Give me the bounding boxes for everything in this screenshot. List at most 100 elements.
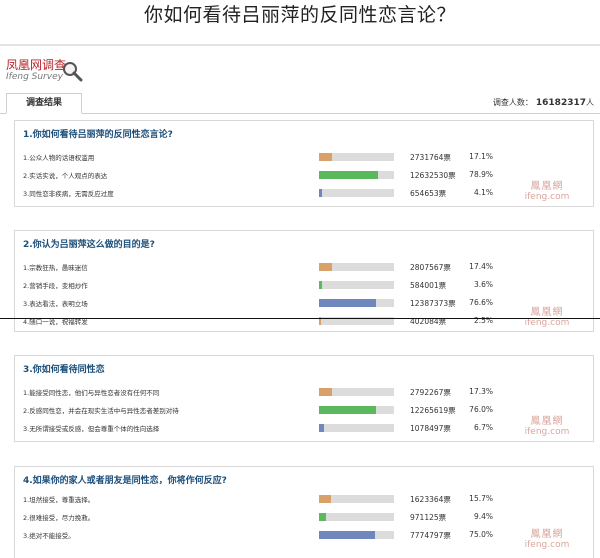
vote-count: 2792267票	[410, 388, 451, 397]
vote-count: 971125票	[410, 513, 447, 522]
magnifier-icon	[63, 62, 83, 82]
option-label: 2.很难接受，尽力挽救。	[23, 514, 95, 522]
ifeng-watermark: 鳳凰網 ifeng.com	[512, 416, 582, 437]
watermark-en: ifeng.com	[524, 318, 570, 328]
vote-percentage: 76.6%	[469, 298, 493, 307]
option-label: 1.坦然接受，尊重选择。	[23, 496, 95, 504]
option-label: 3.同性恋非疾病，无需反应过度	[23, 190, 114, 198]
option-label: 3.无所谓接受或反感，但会尊重个体的性向选择	[23, 425, 160, 433]
question-title: 4.如果你的家人或者朋友是同性恋，你将作何反应?	[23, 476, 227, 486]
watermark-cn: 鳳凰網	[530, 416, 564, 427]
vote-count: 584001票	[410, 281, 447, 290]
vote-count: 7774797票	[410, 531, 451, 540]
option-row: 2.很难接受，尽力挽救。 971125票 9.4%	[15, 511, 593, 523]
header-divider	[0, 44, 600, 46]
vote-count: 1078497票	[410, 424, 451, 433]
watermark-en: ifeng.com	[524, 192, 570, 202]
result-bar	[319, 424, 394, 432]
ifeng-watermark: 鳳凰網 ifeng.com	[512, 181, 582, 202]
watermark-cn: 鳳凰網	[530, 307, 564, 318]
result-bar	[319, 263, 394, 271]
option-label: 3.绝对不能接受。	[23, 532, 75, 540]
option-row: 1.坦然接受，尊重选择。 1623364票 15.7%	[15, 493, 593, 505]
option-row: 2.营销手段，变相炒作 584001票 3.6%	[15, 279, 593, 291]
result-bar	[319, 299, 394, 307]
result-bar-fill	[319, 388, 332, 396]
vote-percentage: 6.7%	[473, 423, 493, 432]
vote-percentage: 78.9%	[469, 170, 493, 179]
result-bar	[319, 153, 394, 161]
option-label: 2.营销手段，变相炒作	[23, 282, 88, 290]
result-bar	[319, 406, 394, 414]
option-label: 1.公众人物的话语权滥用	[23, 154, 95, 162]
vote-count: 12387373票	[410, 299, 456, 308]
option-label: 1.宗教狂热，愚昧迷信	[23, 264, 88, 272]
result-bar-fill	[319, 406, 376, 414]
option-row: 1.能接受同性恋，他们与异性恋者没有任何不同 2792267票 17.3%	[15, 386, 593, 398]
question-title: 2.你认为吕丽萍这么做的目的是?	[23, 240, 155, 250]
result-bar-fill	[319, 531, 375, 539]
tab-results[interactable]: 调查结果	[6, 93, 82, 114]
question-section-1: 1.你如何看待吕丽萍的反同性恋言论? 1.公众人物的话语权滥用 2731764票 17…	[14, 120, 594, 207]
vote-percentage: 17.1%	[469, 152, 493, 161]
vote-count: 2731764票	[410, 153, 451, 162]
result-bar-fill	[319, 189, 322, 197]
result-bar	[319, 495, 394, 503]
vote-percentage: 75.0%	[469, 530, 493, 539]
option-row: 3.绝对不能接受。 7774797票 75.0%	[15, 529, 593, 541]
result-bar-fill	[319, 153, 332, 161]
vote-count: 654653票	[410, 189, 447, 198]
option-row: 4.随口一说，祝福转发 402084票 2.5%	[15, 315, 593, 327]
ifeng-watermark: 鳳凰網 ifeng.com	[512, 529, 582, 550]
watermark-en: ifeng.com	[524, 427, 570, 437]
vote-percentage: 76.0%	[469, 405, 493, 414]
result-bar	[319, 189, 394, 197]
option-row: 3.同性恋非疾病，无需反应过度 654653票 4.1%	[15, 187, 593, 199]
result-bar-fill	[319, 281, 322, 289]
overlay-line	[0, 318, 600, 319]
participant-count-value: 16182317	[535, 98, 586, 108]
results-tab-bar: 调查结果 调查人数： 16182317人	[0, 93, 600, 114]
option-row: 3.无所谓接受或反感，但会尊重个体的性向选择 1078497票 6.7%	[15, 422, 593, 434]
vote-percentage: 4.1%	[473, 188, 493, 197]
participant-count-suffix: 人	[586, 98, 594, 107]
option-label: 1.能接受同性恋，他们与异性恋者没有任何不同	[23, 389, 160, 397]
vote-percentage: 9.4%	[473, 512, 493, 521]
vote-count: 12265619票	[410, 406, 456, 415]
vote-percentage: 17.4%	[469, 262, 493, 271]
result-bar	[319, 171, 394, 179]
result-bar	[319, 531, 394, 539]
option-row: 2.反感同性恋，并会在现实生活中与异性恋者差别对待 12265619票 76.0%	[15, 404, 593, 416]
ifeng-survey-logo[interactable]: 凤凰网调查 Ifeng Survey	[6, 58, 83, 82]
result-bar-fill	[319, 513, 326, 521]
result-bar-fill	[319, 171, 378, 179]
result-bar-fill	[319, 424, 324, 432]
result-bar-fill	[319, 299, 376, 307]
option-row: 1.公众人物的话语权滥用 2731764票 17.1%	[15, 151, 593, 163]
question-section-2: 2.你认为吕丽萍这么做的目的是? 1.宗教狂热，愚昧迷信 2807567票 17.4%…	[14, 230, 594, 332]
watermark-en: ifeng.com	[524, 540, 570, 550]
question-section-4: 4.如果你的家人或者朋友是同性恋，你将作何反应? 1.坦然接受，尊重选择。 1623…	[14, 466, 594, 558]
option-row: 2.实话实说，个人观点的表达 12632530票 78.9%	[15, 169, 593, 181]
vote-count: 12632530票	[410, 171, 456, 180]
option-row: 3.表达看法，表明立场 12387373票 76.6%	[15, 297, 593, 309]
watermark-cn: 鳳凰網	[530, 181, 564, 192]
vote-count: 2807567票	[410, 263, 451, 272]
question-title: 1.你如何看待吕丽萍的反同性恋言论?	[23, 130, 173, 140]
result-bar	[319, 388, 394, 396]
question-title: 3.你如何看待同性恋	[23, 365, 105, 375]
result-bar	[319, 513, 394, 521]
vote-percentage: 15.7%	[469, 494, 493, 503]
vote-percentage: 3.6%	[473, 280, 493, 289]
option-row: 1.宗教狂热，愚昧迷信 2807567票 17.4%	[15, 261, 593, 273]
result-bar-fill	[319, 495, 331, 503]
option-label: 2.反感同性恋，并会在现实生活中与异性恋者差别对待	[23, 407, 179, 415]
option-label: 2.实话实说，个人观点的表达	[23, 172, 108, 180]
option-label: 3.表达看法，表明立场	[23, 300, 88, 308]
logo-en-text: Ifeng Survey	[6, 72, 63, 82]
vote-count: 1623364票	[410, 495, 451, 504]
participant-count-label: 调查人数：	[492, 98, 533, 107]
result-bar	[319, 281, 394, 289]
question-section-3: 3.你如何看待同性恋 1.能接受同性恋，他们与异性恋者没有任何不同 2792267票…	[14, 355, 594, 442]
logo-cn-text: 凤凰网调查	[6, 58, 67, 72]
